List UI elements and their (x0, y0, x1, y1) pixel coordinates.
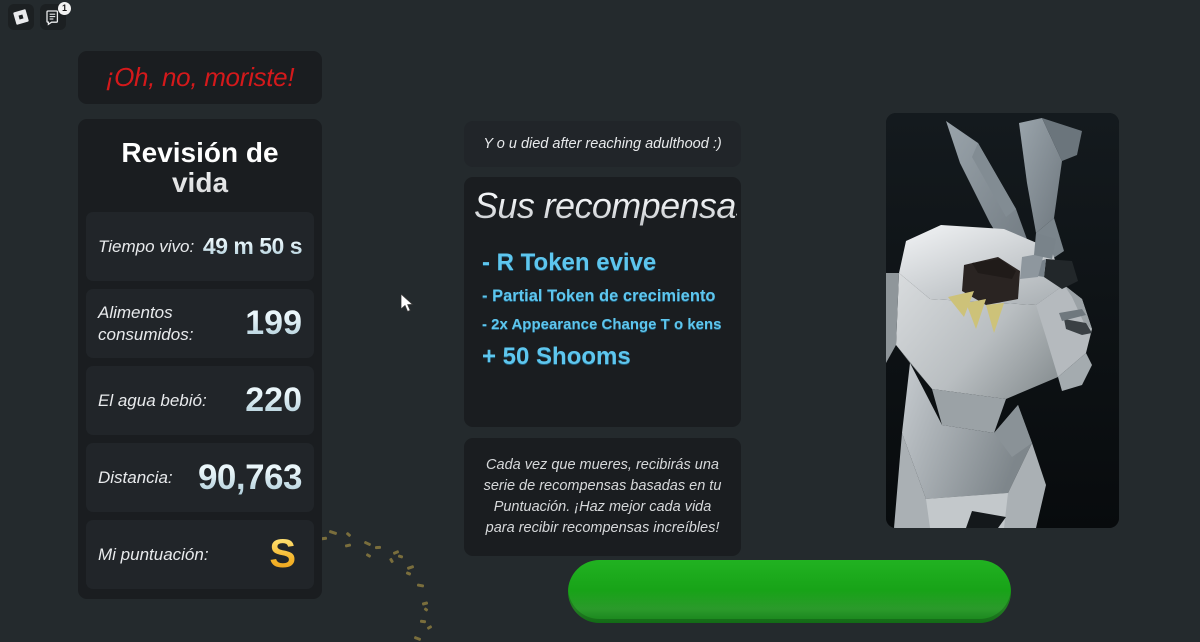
stat-value-water-drunk: 220 (245, 381, 302, 420)
life-review-column: ¡Oh, no, moriste! Revisión de vida Tiemp… (78, 51, 322, 600)
rewards-info-card: Cada vez que mueres, recibirás una serie… (464, 438, 741, 557)
stat-value-distance: 90,763 (197, 457, 303, 497)
life-review-card: Revisión de vida Tiempo vivo: 49 m 50 s … (78, 119, 322, 600)
life-review-title: Revisión de vida (86, 128, 314, 212)
rewards-info-text: Cada vez que mueres, recibirás una serie… (483, 457, 722, 537)
roblox-logo-glyph (13, 9, 29, 25)
chat-document-icon[interactable]: 1 (40, 2, 71, 30)
stat-row-water-drunk: El agua bebió: 220 (86, 366, 314, 436)
reward-item: - R Token evive (482, 249, 657, 276)
death-cause-text: Y o u died after reaching adulthood :) (483, 136, 722, 152)
rabbit-avatar-portrait (886, 113, 1119, 528)
stat-row-distance: Distancia: 90,763 (86, 443, 314, 513)
death-banner-text: ¡Oh, no, moriste! (105, 62, 295, 92)
rewards-column: Y o u died after reaching adulthood :) S… (464, 121, 763, 557)
stat-row-time-alive: Tiempo vivo: 49 m 50 s (86, 212, 314, 282)
stat-row-food-eaten: Alimentos consumidos: 199 (86, 289, 314, 359)
stat-label-food-eaten: Alimentos consumidos: (98, 302, 194, 344)
stat-value-food-eaten: 199 (245, 304, 302, 343)
stat-label-distance: Distancia: (98, 467, 173, 487)
roblox-topbar: 1 (0, 0, 74, 34)
game-death-screen: 1 ¡Oh, no, moriste! Revisión de vida Tie… (0, 0, 1200, 642)
rewards-title: Sus recompensas: (474, 185, 763, 226)
stat-value-score: S (269, 532, 302, 577)
reward-item: - Partial Token de crecimiento (482, 287, 716, 305)
reward-item: + 50 Shooms (482, 343, 631, 370)
notification-badge: 1 (58, 2, 71, 15)
death-cause-note: Y o u died after reaching adulthood :) (464, 121, 741, 167)
stat-value-time-alive: 49 m 50 s (202, 233, 303, 260)
continue-button[interactable] (568, 560, 1011, 623)
mouse-cursor (401, 294, 414, 313)
stat-row-score: Mi puntuación: S (86, 520, 314, 590)
death-banner: ¡Oh, no, moriste! (78, 51, 322, 104)
stat-label-water-drunk: El agua bebió: (98, 390, 207, 410)
reward-item: - 2x Appearance Change T o kens (482, 316, 722, 333)
stat-label-score: Mi puntuación: (98, 544, 209, 564)
roblox-logo-icon[interactable] (8, 4, 34, 30)
stat-label-time-alive: Tiempo vivo: (98, 236, 195, 256)
rabbit-avatar-render (886, 113, 1119, 528)
rewards-card: Sus recompensas: - R Token evive - Parti… (464, 177, 763, 427)
